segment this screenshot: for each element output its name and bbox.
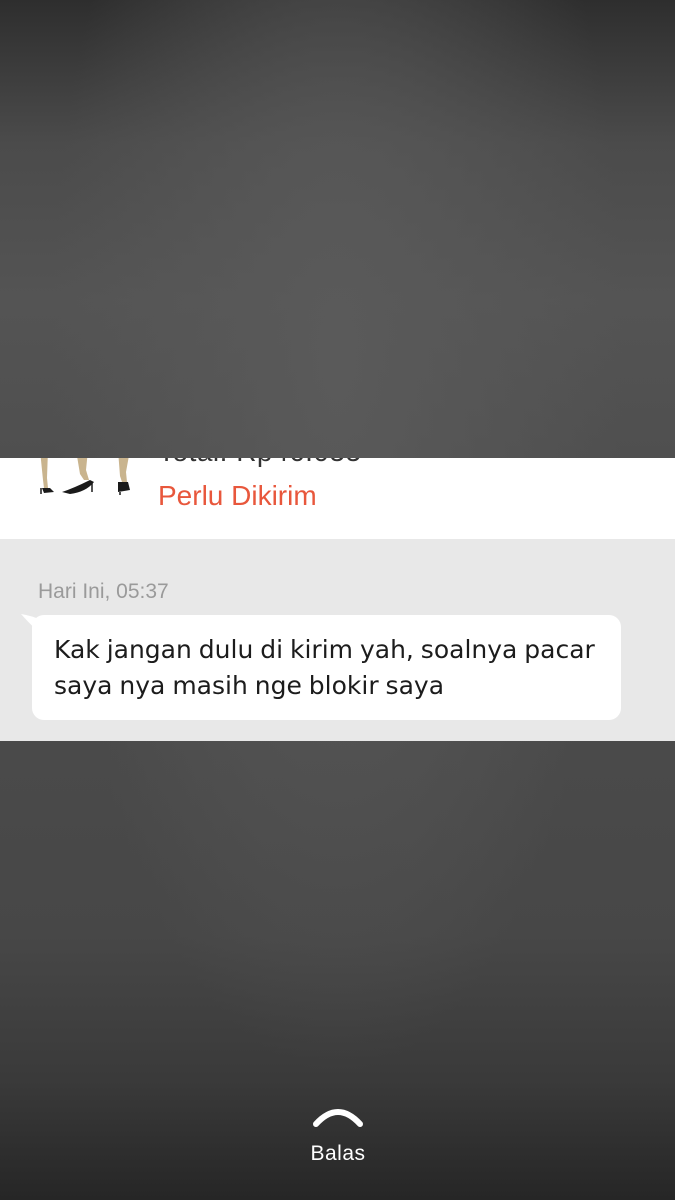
order-status-label: Perlu Dikirim <box>158 480 317 511</box>
chevron-up-icon <box>313 1109 363 1127</box>
chat-message-text: Kak jangan dulu di kirim yah, soalnya pa… <box>54 635 595 700</box>
reply-button[interactable]: Balas <box>287 1104 389 1172</box>
chat-message-bubble: Kak jangan dulu di kirim yah, soalnya pa… <box>32 615 621 720</box>
message-timestamp: Hari Ini, 05:37 <box>38 580 169 603</box>
product-thumbnail-icon <box>40 458 130 495</box>
shared-chat-screenshot: Total: Rp46.055 Perlu Dikirim Hari Ini, … <box>0 458 675 741</box>
order-summary-card: Total: Rp46.055 Perlu Dikirim <box>0 458 675 539</box>
order-total: Total: Rp46.055 <box>158 458 362 468</box>
reply-label: Balas <box>310 1142 366 1165</box>
